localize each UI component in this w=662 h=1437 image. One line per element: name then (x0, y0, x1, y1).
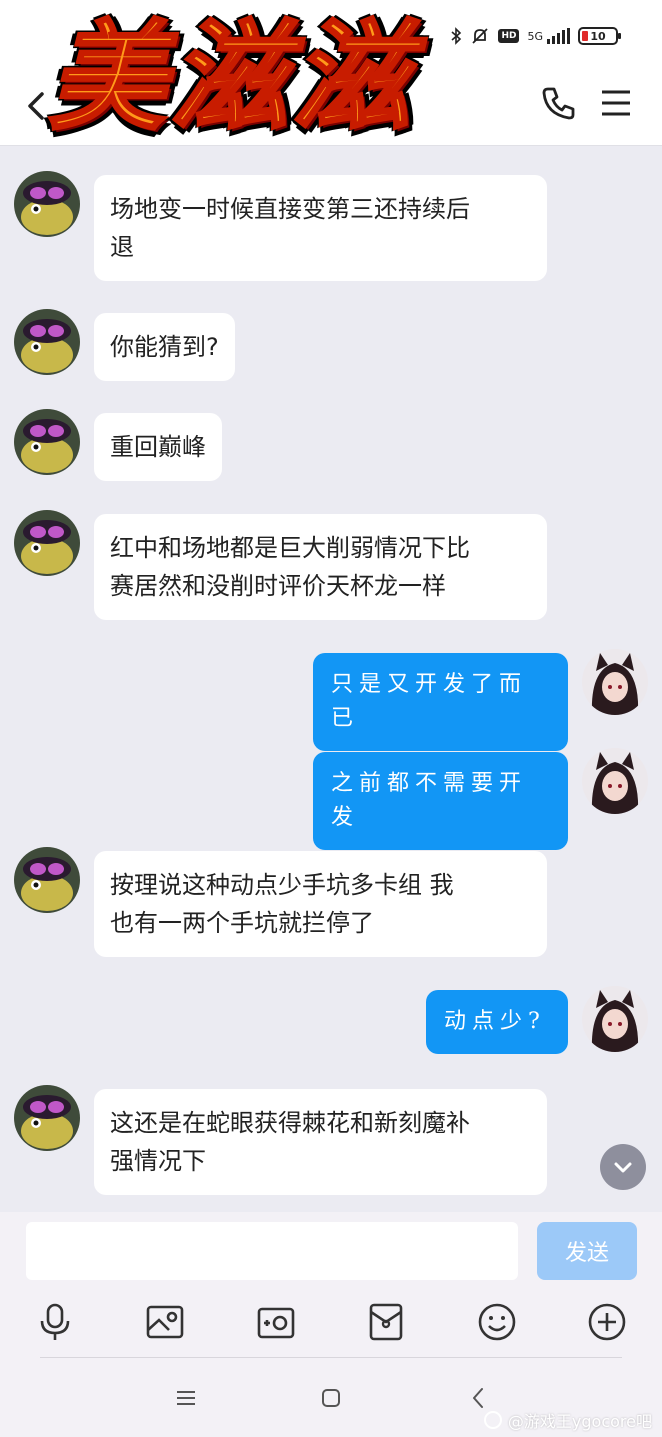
message-bubble-sent[interactable]: 只是又开发了而已 (313, 653, 568, 751)
message-line: 场地变一时候直接变第三还持续后 (110, 195, 470, 223)
message-bubble-sent[interactable]: 之前都不需要开发 (313, 752, 568, 850)
message-line: 重回巅峰 (110, 433, 206, 461)
mute-bell-icon (472, 28, 489, 44)
message-line: 这还是在蛇眼获得棘花和新刻魔补 (110, 1109, 470, 1137)
message-list[interactable]: 场地变一时候直接变第三还持续后 退 你能猜到? 重回巅峰 红中和场地都是巨大削弱… (0, 146, 662, 1212)
scroll-to-bottom-button[interactable] (600, 1144, 646, 1190)
message-bubble[interactable]: 你能猜到? (94, 313, 235, 381)
message-line: 退 (110, 233, 134, 261)
message-line: 你能猜到? (110, 333, 219, 361)
home-icon[interactable] (317, 1384, 345, 1412)
camera-icon[interactable] (256, 1302, 296, 1342)
send-button[interactable]: 发送 (537, 1222, 637, 1280)
message-line: 之前都不需要开发 (331, 771, 528, 830)
message-line: 红中和场地都是巨大削弱情况下比 (110, 534, 470, 562)
frog-avatar[interactable] (14, 847, 80, 913)
message-bubble[interactable]: 这还是在蛇眼获得棘花和新刻魔补 强情况下 (94, 1089, 547, 1195)
network-label: 5G (527, 29, 543, 43)
red-packet-icon[interactable] (366, 1302, 406, 1342)
watermark-text: @游戏王ygocore吧 (507, 1412, 652, 1431)
message-line: 也有一两个手坑就拦停了 (110, 909, 374, 937)
plus-icon[interactable] (587, 1302, 627, 1342)
phone-call-icon[interactable] (540, 84, 578, 122)
message-line: 按理说这种动点少手坑多卡组 我 (110, 871, 454, 899)
message-bubble[interactable]: 重回巅峰 (94, 413, 222, 481)
battery-icon: 10 (578, 27, 621, 45)
girl-avatar[interactable] (582, 986, 648, 1052)
microphone-icon[interactable] (35, 1302, 75, 1342)
message-bubble-sent[interactable]: 动点少? (426, 990, 568, 1054)
frog-avatar[interactable] (14, 1085, 80, 1151)
hd-badge: HD (498, 29, 520, 43)
girl-avatar[interactable] (582, 649, 648, 715)
message-line: 只是又开发了而已 (331, 672, 528, 731)
menu-icon[interactable] (600, 88, 632, 118)
message-bubble[interactable]: 场地变一时候直接变第三还持续后 退 (94, 175, 547, 281)
watermark: @游戏王ygocore吧 (483, 1408, 652, 1432)
frog-avatar[interactable] (14, 309, 80, 375)
sticker-banner: 美滋滋 (46, 2, 468, 172)
message-bubble[interactable]: 红中和场地都是巨大削弱情况下比 赛居然和没削时评价天杯龙一样 (94, 514, 547, 620)
signal-icon (547, 28, 570, 44)
input-bar: 发送 (0, 1212, 662, 1362)
status-icons: HD 5G 10 (450, 26, 621, 46)
system-nav-bar: @游戏王ygocore吧 (0, 1358, 662, 1437)
banner-text: 美滋滋 (46, 6, 415, 148)
frog-avatar[interactable] (14, 510, 80, 576)
message-input[interactable] (26, 1222, 518, 1280)
chat-screen: HD 5G 10 美滋滋 场地变一时候直接变第三还持续后 退 你能猜到? 重回巅… (0, 0, 662, 1437)
recent-apps-icon[interactable] (172, 1384, 200, 1412)
watermark-logo-icon (483, 1411, 502, 1429)
girl-avatar[interactable] (582, 748, 648, 814)
frog-avatar[interactable] (14, 409, 80, 475)
emoji-icon[interactable] (477, 1302, 517, 1342)
message-line: 赛居然和没削时评价天杯龙一样 (110, 572, 446, 600)
message-line: 动点少? (444, 1009, 546, 1034)
message-line: 强情况下 (110, 1147, 206, 1175)
battery-level: 10 (590, 29, 606, 43)
image-icon[interactable] (145, 1302, 185, 1342)
frog-avatar[interactable] (14, 171, 80, 237)
chevron-down-icon (614, 1162, 632, 1173)
message-bubble[interactable]: 按理说这种动点少手坑多卡组 我 也有一两个手坑就拦停了 (94, 851, 547, 957)
